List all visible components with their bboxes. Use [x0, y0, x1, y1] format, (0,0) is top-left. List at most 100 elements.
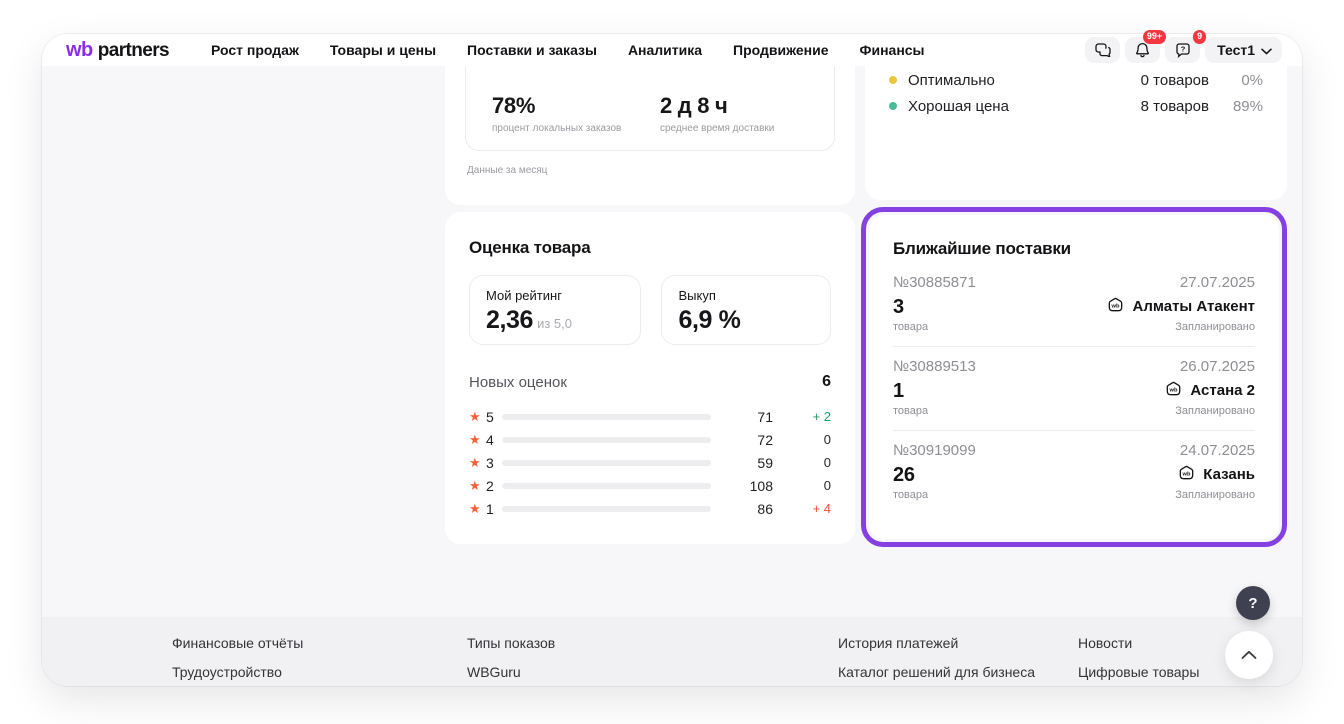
new-ratings-count: 6	[822, 373, 831, 391]
help-badge: 9	[1193, 30, 1206, 44]
rating-bar-track	[502, 437, 711, 443]
supply-qty-label: товара	[893, 405, 928, 417]
data-period-note: Данные за месяц	[467, 165, 835, 176]
my-rating-box: Мой рейтинг 2,36из 5,0	[469, 275, 641, 345]
scroll-to-top-button[interactable]	[1225, 631, 1273, 679]
help-button[interactable]: ? 9	[1165, 37, 1200, 63]
footer-col-2: Типы показов WBGuru	[467, 635, 555, 680]
notifications-button[interactable]: 99+	[1125, 37, 1160, 63]
footer-link-wbguru[interactable]: WBGuru	[467, 664, 555, 680]
legend-count: 8 товаров	[1141, 98, 1209, 115]
footer-link-financial-reports[interactable]: Финансовые отчёты	[172, 635, 303, 651]
nav-item-promotion[interactable]: Продвижение	[733, 42, 828, 58]
header-actions: 99+ ? 9 Тест1	[1085, 37, 1282, 63]
supply-number: №30919099	[893, 442, 976, 459]
footer-link-digital-goods[interactable]: Цифровые товары	[1078, 664, 1199, 680]
legend-pct: 0%	[1209, 72, 1263, 89]
support-fab[interactable]: ?	[1236, 586, 1270, 620]
buyout-box: Выкуп 6,9 %	[661, 275, 831, 345]
legend-label: Хорошая цена	[908, 98, 1141, 115]
nav-item-supplies-orders[interactable]: Поставки и заказы	[467, 42, 597, 58]
bell-icon	[1135, 42, 1150, 58]
star-count-label: 2	[486, 478, 502, 494]
supply-qty-block: 1 товара	[893, 380, 928, 417]
rating-distribution: ★ 5 71 + 2 ★ 4 72 0 ★ 3 59	[469, 405, 831, 520]
star-icon: ★	[469, 455, 486, 471]
star-count-label: 4	[486, 432, 502, 448]
footer-col-1: Финансовые отчёты Трудоустройство	[172, 635, 303, 680]
local-orders-stat: 78% процент локальных заказов	[492, 93, 660, 150]
dashboard-content: 78% процент локальных заказов 2 д 8 ч ср…	[42, 66, 1302, 617]
upcoming-supplies-card: Ближайшие поставки №30885871 27.07.2025 …	[869, 215, 1279, 539]
page-footer: Финансовые отчёты Трудоустройство Типы п…	[42, 617, 1302, 686]
top-nav: wb partners Рост продаж Товары и цены По…	[42, 34, 1302, 66]
rating-count: 86	[729, 501, 773, 517]
wb-partners-logo[interactable]: wb partners	[66, 39, 169, 62]
messages-button[interactable]	[1085, 37, 1120, 63]
my-rating-label: Мой рейтинг	[486, 288, 624, 303]
footer-link-news[interactable]: Новости	[1078, 635, 1199, 651]
footer-link-payment-history[interactable]: История платежей	[838, 635, 1035, 651]
supply-qty-block: 26 товара	[893, 464, 928, 501]
nav-item-goods-prices[interactable]: Товары и цены	[330, 42, 436, 58]
my-rating-suffix: из 5,0	[537, 316, 572, 331]
account-name: Тест1	[1217, 42, 1255, 58]
star-count-label: 1	[486, 501, 502, 517]
footer-col-4: Новости Цифровые товары	[1078, 635, 1199, 680]
rating-delta: 0	[773, 432, 831, 447]
supply-qty: 1	[893, 380, 928, 403]
supply-qty: 3	[893, 296, 928, 319]
supply-date: 24.07.2025	[1180, 442, 1255, 459]
supply-qty-label: товара	[893, 489, 928, 501]
rating-delta: 0	[773, 478, 831, 493]
supply-date: 26.07.2025	[1180, 358, 1255, 375]
warehouse-name: Алматы Атакент	[1132, 298, 1255, 315]
supply-qty-block: 3 товара	[893, 296, 928, 333]
footer-link-display-types[interactable]: Типы показов	[467, 635, 555, 651]
delivery-time-label: среднее время доставки	[660, 123, 774, 134]
supply-item[interactable]: №30919099 24.07.2025 26 товара	[893, 430, 1255, 514]
legend-row-good-price: Хорошая цена 8 товаров 89%	[889, 93, 1263, 119]
rating-bar-track	[502, 483, 711, 489]
legend-label: Оптимально	[908, 72, 1141, 89]
warehouse-icon: wb	[1177, 464, 1196, 485]
nav-item-sales-growth[interactable]: Рост продаж	[211, 42, 299, 58]
local-orders-value: 78%	[492, 93, 660, 119]
supply-status: Запланировано	[1164, 405, 1255, 417]
yellow-dot-icon	[889, 76, 897, 84]
footer-col-3: История платежей Каталог решений для биз…	[838, 635, 1035, 680]
warehouse-icon: wb	[1164, 380, 1183, 401]
rating-bar-track	[502, 414, 711, 420]
card-title-product-rating: Оценка товара	[469, 238, 831, 258]
rating-delta: 0	[773, 455, 831, 470]
chevron-up-icon	[1241, 648, 1257, 663]
legend-row-optimal: Оптимально 0 товаров 0%	[889, 67, 1263, 93]
warehouse-icon: wb	[1106, 296, 1125, 317]
supply-destination-block: wb Казань Запланировано	[1175, 464, 1255, 501]
product-rating-card: Оценка товара Мой рейтинг 2,36из 5,0 Вык…	[445, 212, 855, 544]
nav-item-finance[interactable]: Финансы	[860, 42, 925, 58]
star-icon: ★	[469, 409, 486, 425]
supply-qty-label: товара	[893, 321, 928, 333]
buyout-label: Выкуп	[678, 288, 814, 303]
star-icon: ★	[469, 501, 486, 517]
legend-count: 0 товаров	[1141, 72, 1209, 89]
supply-destination-block: wb Астана 2 Запланировано	[1164, 380, 1255, 417]
chat-bubbles-icon	[1095, 43, 1111, 57]
supply-item[interactable]: №30885871 27.07.2025 3 товара	[893, 259, 1255, 346]
chevron-down-icon	[1261, 42, 1272, 58]
warehouse-name: Казань	[1203, 466, 1255, 483]
app-window: wb partners Рост продаж Товары и цены По…	[42, 34, 1302, 686]
footer-link-employment[interactable]: Трудоустройство	[172, 664, 303, 680]
nav-item-analytics[interactable]: Аналитика	[628, 42, 702, 58]
supply-qty: 26	[893, 464, 928, 487]
svg-text:?: ?	[1180, 44, 1185, 53]
footer-link-business-solutions[interactable]: Каталог решений для бизнеса	[838, 664, 1035, 680]
supply-item[interactable]: №30889513 26.07.2025 1 товара	[893, 346, 1255, 430]
rating-delta: + 4	[773, 501, 831, 516]
star-icon: ★	[469, 432, 486, 448]
account-menu-button[interactable]: Тест1	[1205, 37, 1282, 63]
new-ratings-label: Новых оценок	[469, 374, 567, 391]
delivery-stats-box: 78% процент локальных заказов 2 д 8 ч ср…	[465, 66, 835, 151]
my-rating-value: 2,36из 5,0	[486, 306, 624, 335]
